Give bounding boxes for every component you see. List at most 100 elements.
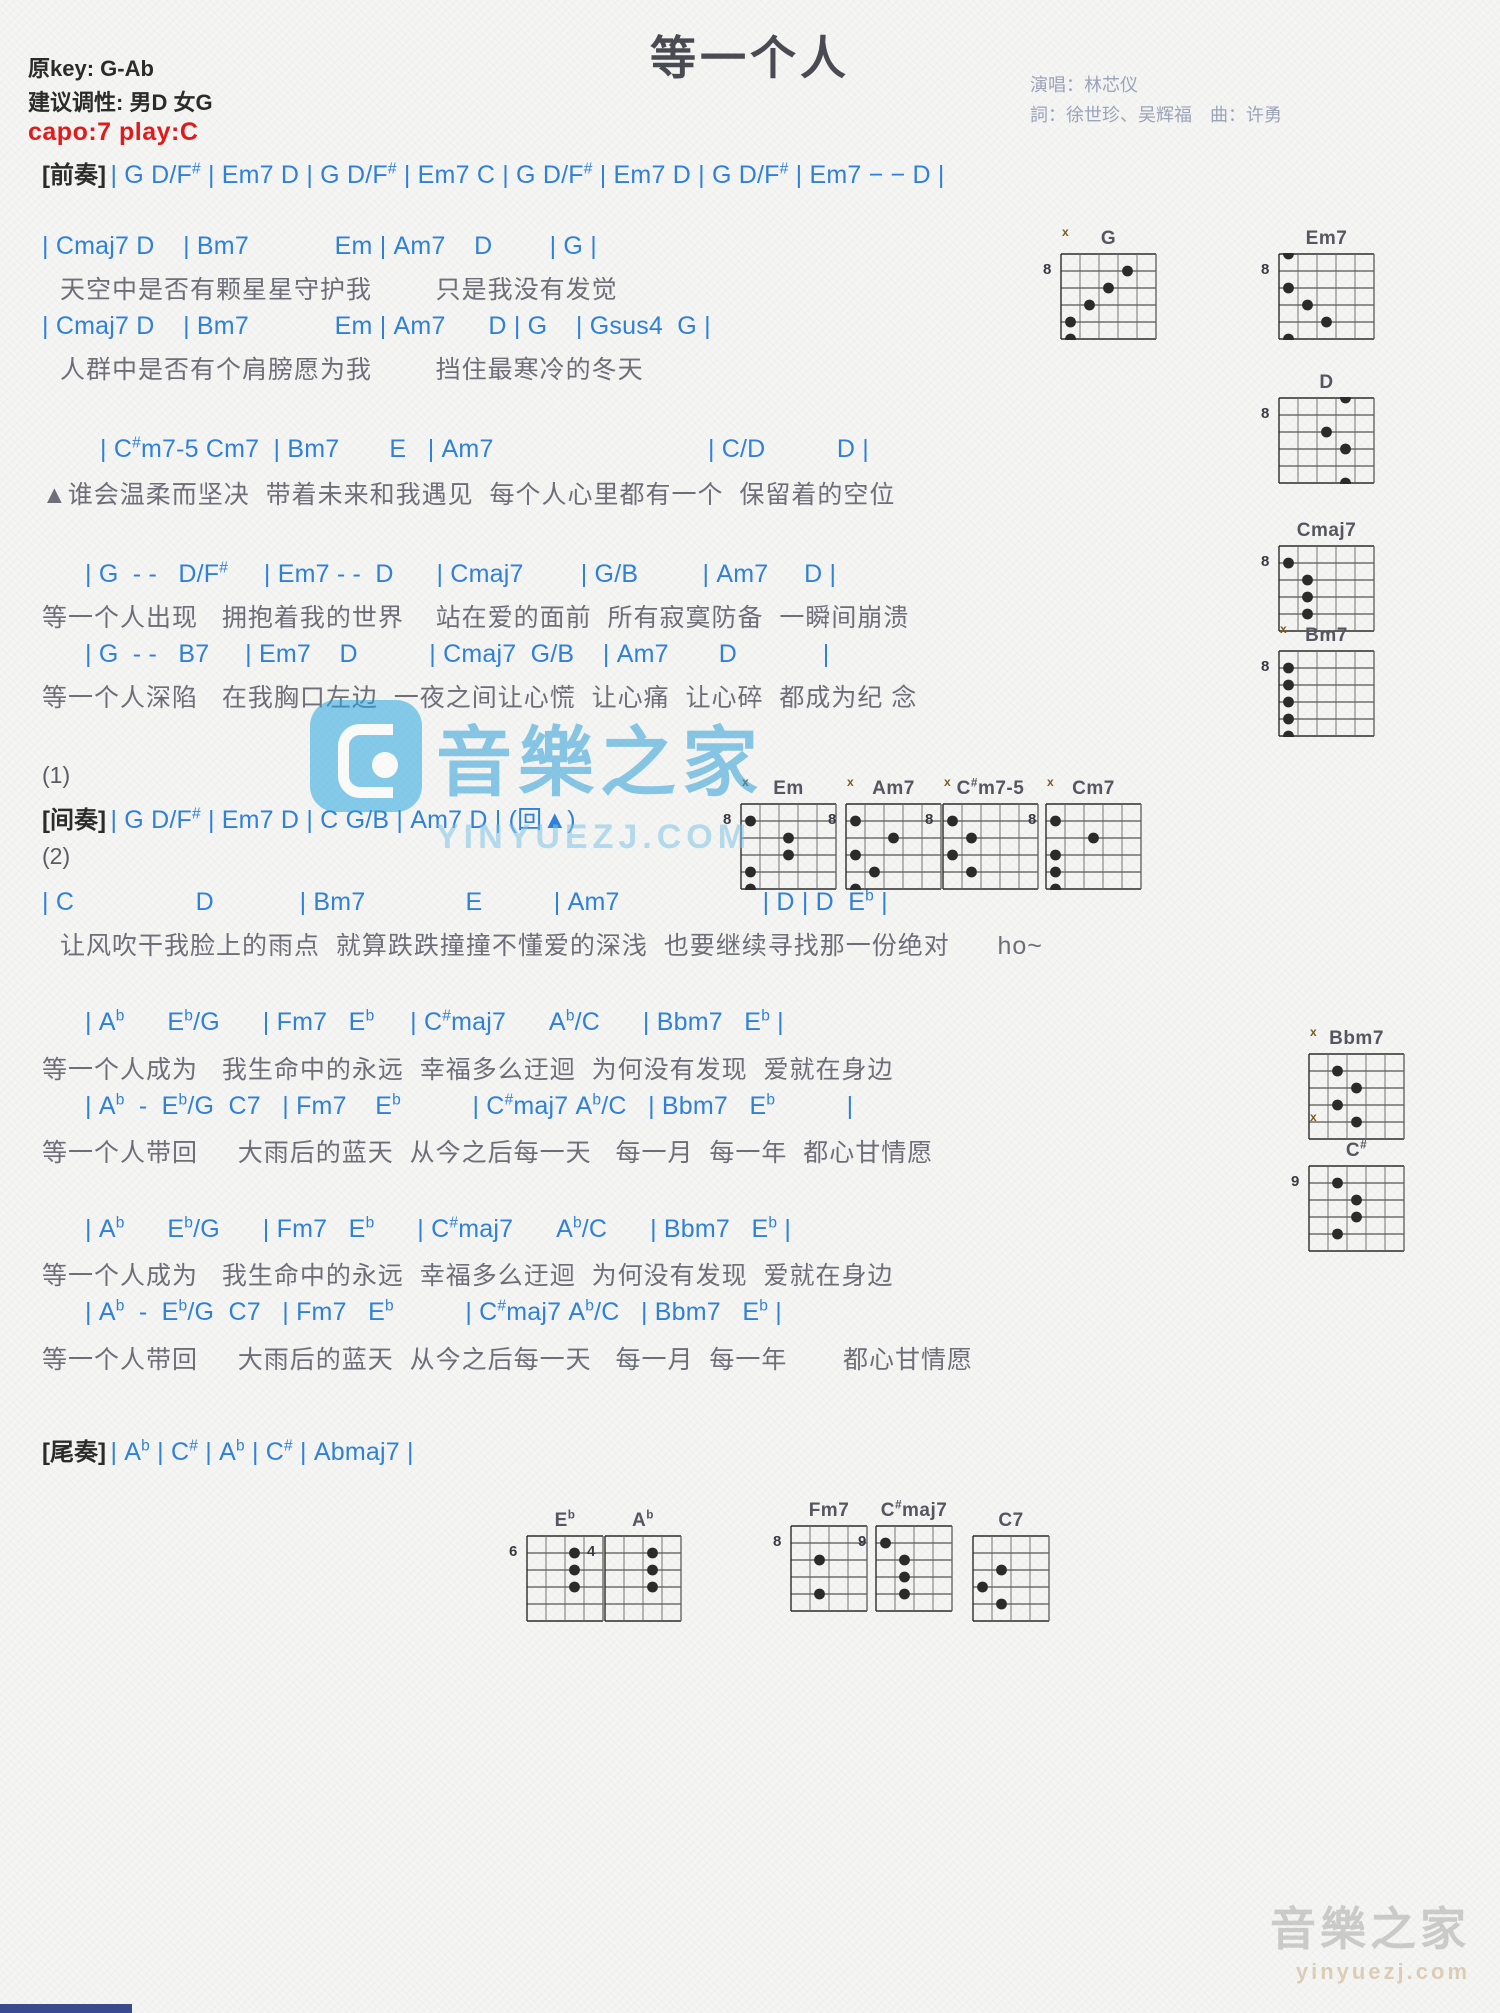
mute-x-icon: x [1310,1025,1317,1039]
chord-line: | Ab Eb/G | Fm7 Eb | C#maj7 Ab/C | Bbm7 … [85,1215,791,1244]
singer-credit: 演唱：林芯仪 [1030,75,1138,95]
fret-position-label: 8 [1261,405,1270,422]
chord-diagram: Bbm7 x x [1308,1025,1405,1140]
chord-diagram: G8x [1043,225,1157,340]
chord-text: | G D/F# | Em7 D | C G/B | Am7 D | (回▲) [110,805,576,834]
chord-diagram-grid: 8x [1028,775,1142,890]
fret-position-label: 8 [1028,811,1037,828]
lyric-line: ▲谁会温柔而坚决 带着未来和我遇见 每个人心里都有一个 保留着的空位 [42,475,895,511]
lyric-line: 等一个人深陷 在我胸口左边 一夜之间让心慌 让心痛 让心碎 都成为纪 念 [42,678,917,714]
chord-diagram: Fm7 8 [773,1500,868,1612]
fret-position-label: 8 [1261,553,1270,570]
chord-line: | Ab Eb/G | Fm7 Eb | C#maj7 Ab/C | Bbm7 … [85,1008,784,1037]
chord-line: | C D | Bm7 E | Am7 | D | D Eb | [42,888,888,917]
chord-diagram: C#m7-5 8 x [925,775,1039,890]
muted-string-markers: x [845,775,942,802]
chord-diagram-grid: 8x [925,775,1039,890]
lyric-line: 等一个人成为 我生命中的永远 幸福多么迂迴 为何没有发现 爱就在身边 [42,1050,894,1086]
muted-string-markers: x [1060,225,1157,252]
chord-text: | Cmaj7 D | Bm7 Em | Am7 D | G | Gsus4 G… [42,312,711,340]
mute-x-icon: x [1062,225,1069,239]
watermark-bottom: 音樂之家 yinyuezj.com [1270,1893,1470,1985]
lyric-text: ▲谁会温柔而坚决 带着未来和我遇见 每个人心里都有一个 保留着的空位 [42,481,896,509]
chord-text: | Cmaj7 D | Bm7 Em | Am7 D | G | [42,232,597,260]
chord-line: | G - - B7 | Em7 D | Cmaj7 G/B | Am7 D | [85,640,829,669]
chord-diagram-grid: 9 [1291,1165,1405,1252]
chord-diagram: Bm7 8 x [1261,622,1375,737]
chord-diagram-grid: 8 [773,1525,868,1612]
chord-diagram: Eb 6 [509,1508,604,1622]
lyric-text: 等一个人带回 大雨后的蓝天 从今之后每一天 每一月 每一年 都心甘情愿 [42,1346,973,1374]
fret-position-label: 8 [1261,658,1270,675]
chord-diagram: Cm7 8 x [1028,775,1142,890]
chord-diagram-name: C# [1345,1138,1368,1161]
lyric-text: 等一个人出现 拥抱着我的世界 站在爱的面前 所有寂寞防备 一瞬间崩溃 [42,604,910,632]
chord-text: | Ab Eb/G | Fm7 Eb | C#maj7 Ab/C | Bbm7 … [85,1214,792,1243]
muted-string-markers: x [1045,775,1142,802]
section-label: [前奏] [42,162,106,189]
suggested-key-label: 建议调性: 男D 女G [28,90,213,115]
mute-x-icon: x [944,775,951,789]
chord-diagram-name: Em7 [1305,228,1348,249]
chord-text: | C D | Bm7 E | Am7 | D | D Eb | [42,887,888,916]
chord-diagram-grid: 8x [1043,225,1157,340]
mute-x-icon: x [1280,622,1287,636]
chord-text: | G - - B7 | Em7 D | Cmaj7 G/B | Am7 D | [85,640,830,668]
chord-line: | C#m7-5 Cm7 | Bm7 E | Am7 | C/D D | [100,435,869,464]
lyric-line: 让风吹干我脸上的雨点 就算跌跌撞撞不懂爱的深浅 也要继续寻找那一份绝对 ho~ [60,926,1043,962]
fret-position-label: 8 [773,1533,782,1550]
lyric-text: 等一个人成为 我生命中的永远 幸福多么迂迴 为何没有发现 爱就在身边 [42,1262,894,1290]
chord-diagram: C# 9 [1291,1138,1405,1252]
chord-line: [间奏] | G D/F# | Em7 D | C G/B | Am7 D | … [42,800,576,836]
chord-diagram-name: C7 [998,1510,1024,1531]
lyric-line: 等一个人带回 大雨后的蓝天 从今之后每一天 每一月 每一年 都心甘情愿 [42,1340,973,1376]
chord-line: | Cmaj7 D | Bm7 Em | Am7 D | G | [42,232,597,261]
chord-text: | Ab - Eb/G C7 | Fm7 Eb | C#maj7 Ab/C | … [85,1297,782,1326]
chord-diagram-grid: xx [1308,1025,1405,1140]
chord-diagram-name: Ab [632,1508,654,1531]
chord-diagram: C7 [972,1510,1050,1622]
lyric-text: 人群中是否有个肩膀愿为我 挡住最寒冷的冬天 [60,356,644,384]
chord-diagram: Am7 8 x [828,775,942,890]
chord-diagram-name: D [1319,372,1334,393]
lyric-line: 天空中是否有颗星星守护我 只是我没有发觉 [60,270,618,306]
chord-text: | Ab Eb/G | Fm7 Eb | C#maj7 Ab/C | Bbm7 … [85,1007,784,1036]
fret-position-label: 8 [925,811,934,828]
music-note-logo-icon [310,700,422,812]
chord-diagram-name: Eb [554,1508,576,1531]
chord-diagram: D8 [1261,372,1375,484]
chord-diagram-grid: 8x [1261,622,1375,737]
fret-position-label: 8 [828,811,837,828]
chord-text: | Ab | C# | Ab | C# | Abmaj7 | [110,1437,414,1466]
watermark-bottom-text: 音樂之家 [1270,1903,1470,1955]
fret-position-label: 9 [858,1533,867,1550]
chord-diagram-name: Fm7 [808,1500,850,1521]
chord-text: | C#m7-5 Cm7 | Bm7 E | Am7 | C/D D | [100,434,869,463]
chord-line: | Cmaj7 D | Bm7 Em | Am7 D | G | Gsus4 G… [42,312,711,341]
lyric-text: 等一个人深陷 在我胸口左边 一夜之间让心慌 让心痛 让心碎 都成为纪 念 [42,684,918,712]
lyric-line: 人群中是否有个肩膀愿为我 挡住最寒冷的冬天 [60,350,644,386]
muted-string-markers: x [942,775,1039,802]
ending-number: (2) [42,843,71,869]
chord-diagram: C#maj7 9 [858,1498,953,1612]
fret-position-label: 4 [587,1543,596,1560]
watermark-text: 音樂之家 [436,721,764,806]
chord-line: | G - - D/F# | Em7 - - D | Cmaj7 | G/B |… [85,560,836,589]
fret-position-label: 8 [1043,261,1052,278]
lyric-line: 等一个人成为 我生命中的永远 幸福多么迂迴 为何没有发现 爱就在身边 [42,1256,894,1292]
mute-x-icon: x [742,775,749,789]
chord-line: [尾奏] | Ab | C# | Ab | C# | Abmaj7 | [42,1432,414,1467]
chord-diagram-grid: 8 [1261,545,1375,632]
chord-diagram-name: Cmaj7 [1296,520,1357,541]
chord-line: | Ab - Eb/G C7 | Fm7 Eb | C#maj7 Ab/C | … [85,1092,853,1121]
chord-text: | G D/F# | Em7 D | G D/F# | Em7 C | G D/… [110,160,945,189]
fret-position-label: 8 [723,811,732,828]
muted-string-markers: x [1278,622,1375,649]
chord-diagram-grid: 8 [1261,397,1375,484]
chord-line: [前奏] | G D/F# | Em7 D | G D/F# | Em7 C |… [42,155,945,190]
chord-diagram-grid: 8x [723,775,837,890]
chord-diagram-name: C#maj7 [880,1498,948,1521]
ending-number: (1) [42,762,71,788]
mute-x-icon: x [1047,775,1054,789]
lyric-text: 让风吹干我脸上的雨点 就算跌跌撞撞不懂爱的深浅 也要继续寻找那一份绝对 ho~ [60,932,1043,960]
